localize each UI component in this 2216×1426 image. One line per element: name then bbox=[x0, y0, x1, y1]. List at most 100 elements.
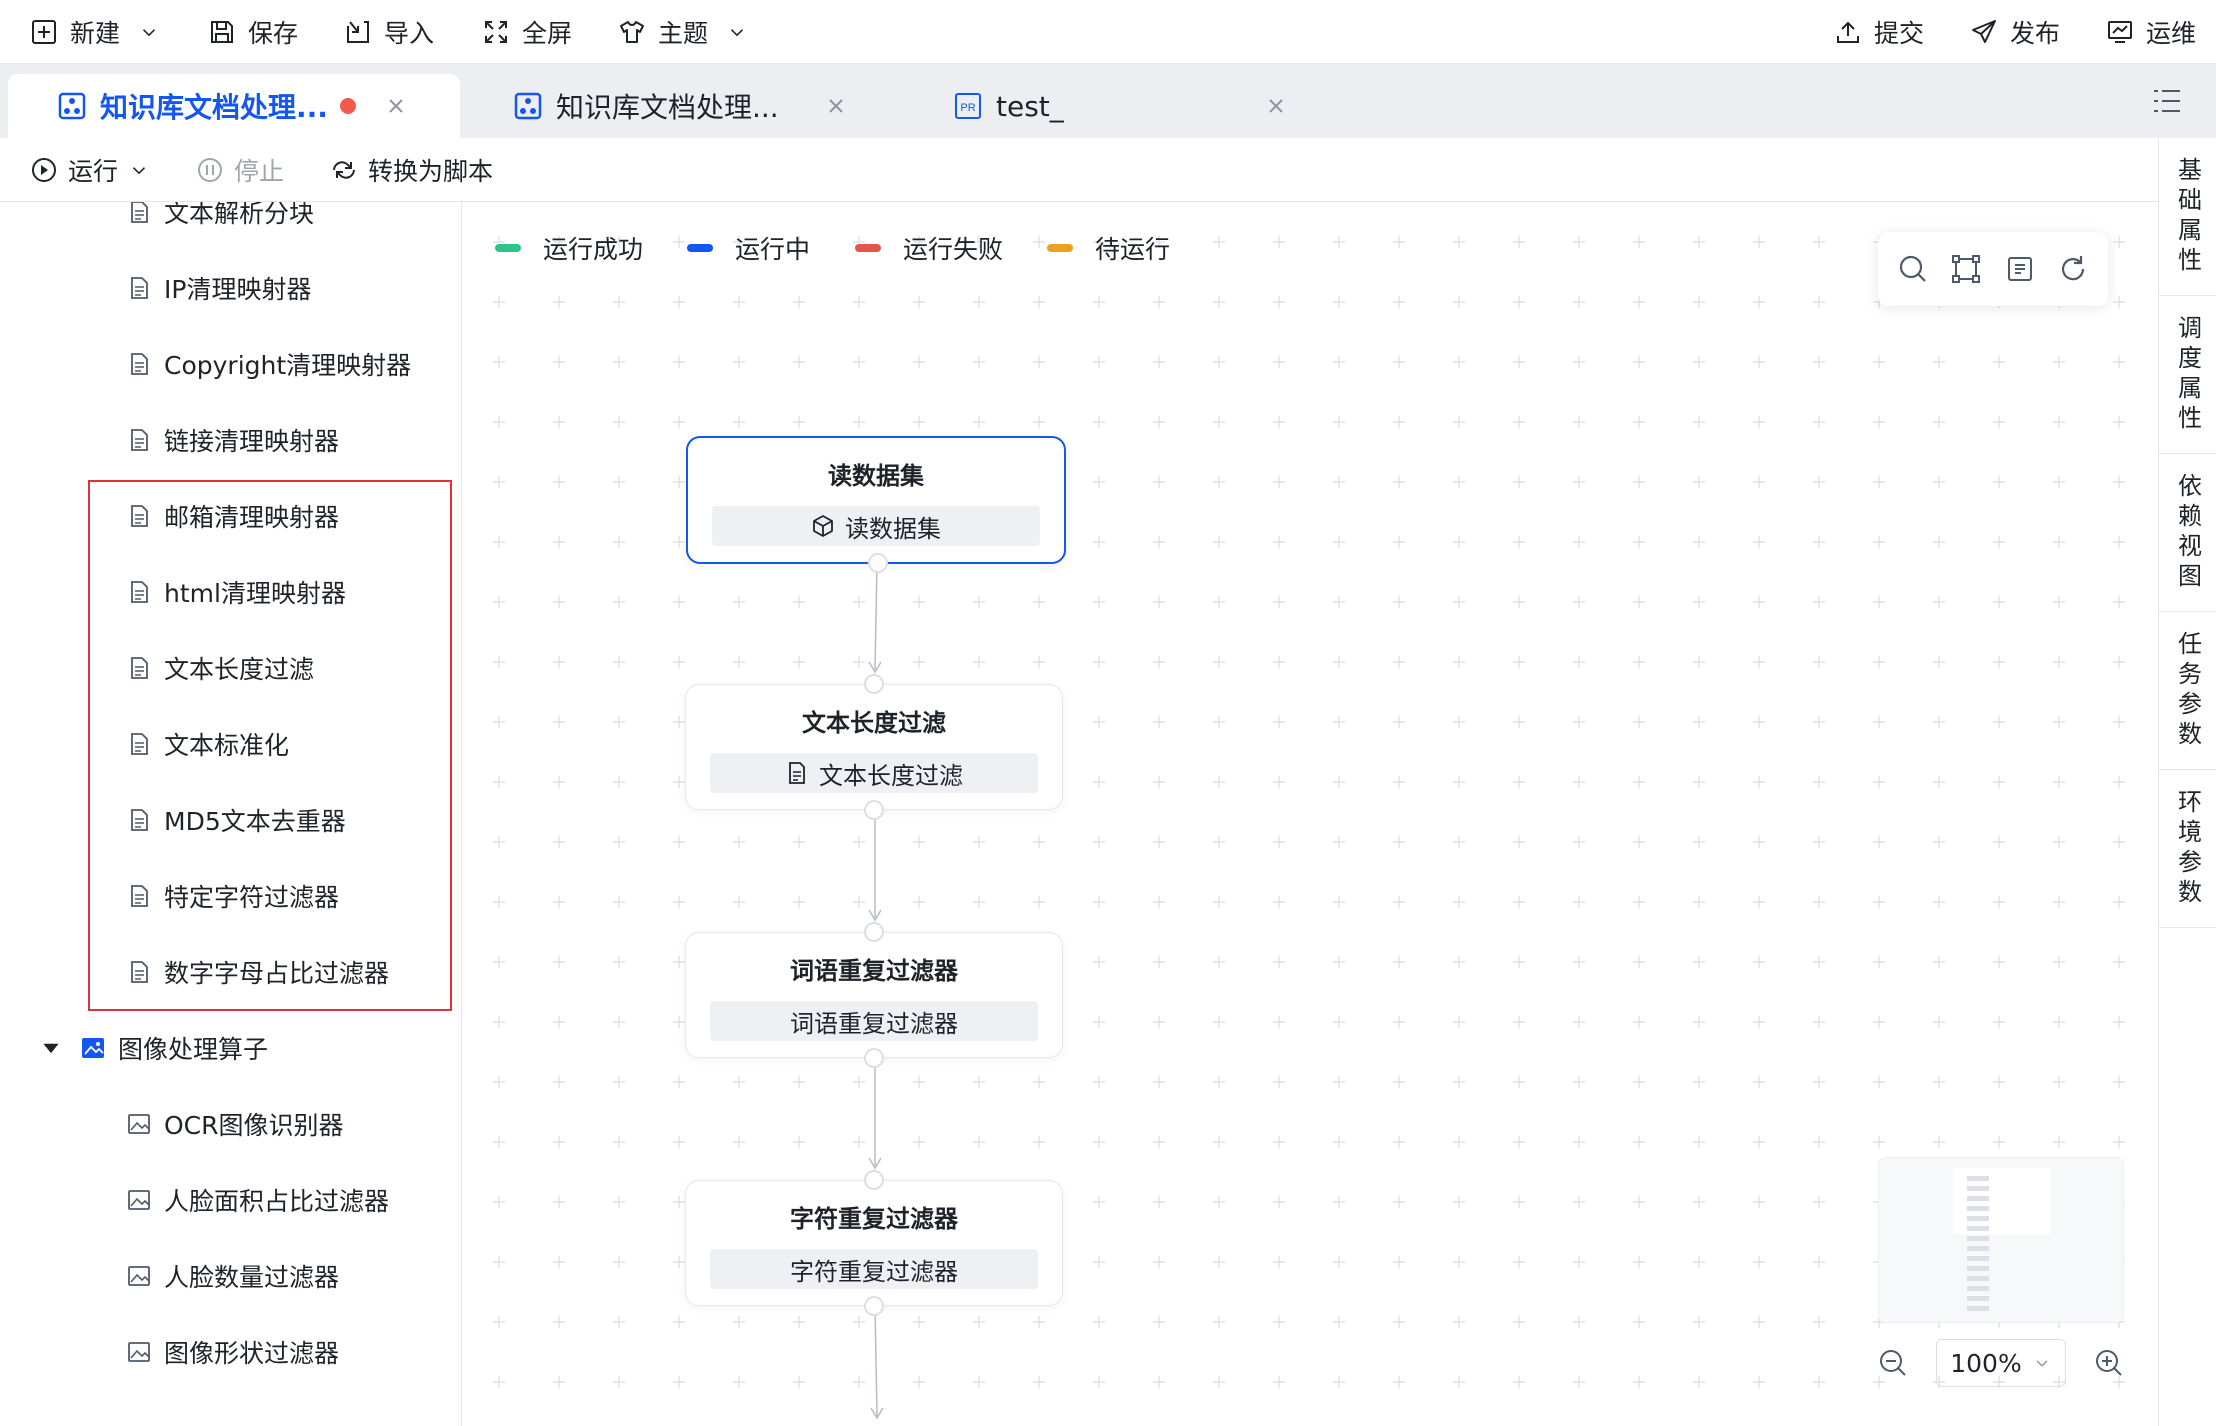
tree-item[interactable]: 链接清理映射器 bbox=[126, 420, 339, 460]
rail-schedule-props[interactable]: 调度属性 bbox=[2159, 296, 2216, 454]
input-port[interactable] bbox=[864, 922, 884, 942]
tree-item-label: 图像形状过滤器 bbox=[164, 1339, 340, 1368]
import-button[interactable]: 导入 bbox=[344, 0, 434, 64]
output-port[interactable] bbox=[864, 1048, 884, 1068]
tree-item-label: 人脸面积占比过滤器 bbox=[164, 1187, 390, 1216]
node-char-repeat-filter[interactable]: 字符重复过滤器 字符重复过滤器 bbox=[685, 1170, 1063, 1316]
run-toolbar: 运行 停止 转换为脚本 bbox=[0, 138, 2158, 202]
node-sub-label: 词语重复过滤器 bbox=[790, 1009, 958, 1038]
caret-down-icon[interactable] bbox=[40, 1037, 62, 1059]
minimap[interactable] bbox=[1878, 1157, 2124, 1323]
zoom-out-icon[interactable] bbox=[1878, 1348, 1908, 1378]
canvas-tools bbox=[1878, 232, 2108, 306]
input-port[interactable] bbox=[864, 1170, 884, 1190]
publish-button[interactable]: 发布 bbox=[1970, 0, 2060, 64]
document-icon bbox=[789, 762, 805, 784]
tree-item[interactable]: IP清理映射器 bbox=[126, 268, 311, 308]
search-icon[interactable] bbox=[1897, 253, 1929, 285]
unsaved-dot bbox=[340, 98, 356, 114]
legend-pending: 待运行 bbox=[1047, 230, 1170, 266]
tab-strip: 知识库文档处理... 知识库文档处理... PR test_ bbox=[0, 64, 2216, 138]
plus-square-icon bbox=[32, 20, 56, 44]
chevron-down-icon bbox=[132, 167, 146, 175]
submit-button[interactable]: 提交 bbox=[1834, 0, 1924, 64]
rail-env-params[interactable]: 环境参数 bbox=[2159, 770, 2216, 928]
svg-text:PR: PR bbox=[960, 102, 975, 114]
publish-label: 发布 bbox=[2010, 19, 2061, 48]
input-port[interactable] bbox=[864, 674, 884, 694]
chevron-down-icon bbox=[142, 29, 156, 37]
tree-item[interactable]: 文本解析分块 bbox=[126, 202, 314, 232]
image-icon bbox=[128, 1190, 150, 1210]
tree-item[interactable]: OCR图像识别器 bbox=[126, 1104, 344, 1144]
output-port[interactable] bbox=[864, 800, 884, 820]
output-port[interactable] bbox=[864, 1296, 884, 1316]
close-icon[interactable] bbox=[386, 96, 406, 116]
list-menu-icon[interactable] bbox=[2150, 84, 2184, 118]
tab-label: test_ bbox=[996, 89, 1064, 123]
import-label: 导入 bbox=[384, 19, 435, 48]
send-icon bbox=[1972, 20, 1996, 43]
tree-item-label: IP清理映射器 bbox=[164, 275, 312, 304]
node-sub-label: 读数据集 bbox=[845, 514, 941, 543]
layout-icon[interactable] bbox=[2004, 253, 2036, 285]
tab-knowledge-doc-1[interactable]: 知识库文档处理... bbox=[8, 74, 460, 138]
close-icon[interactable] bbox=[826, 96, 846, 116]
tree-group-label: 图像处理算子 bbox=[118, 1035, 269, 1064]
rail-basic-props[interactable]: 基础属性 bbox=[2159, 138, 2216, 296]
convert-label: 转换为脚本 bbox=[368, 157, 494, 186]
fullscreen-button[interactable]: 全屏 bbox=[482, 0, 572, 64]
rail-label: 依赖视图 bbox=[2173, 472, 2202, 593]
node-operator-chip: 词语重复过滤器 bbox=[710, 1001, 1038, 1041]
save-button[interactable]: 保存 bbox=[208, 0, 298, 64]
close-icon[interactable] bbox=[1266, 96, 1286, 116]
stop-button[interactable]: 停止 bbox=[196, 138, 284, 202]
rail-task-params[interactable]: 任务参数 bbox=[2159, 612, 2216, 770]
ops-button[interactable]: 运维 bbox=[2106, 0, 2196, 64]
submit-label: 提交 bbox=[1874, 19, 1925, 48]
chevron-down-icon bbox=[2036, 1360, 2048, 1367]
zoom-select[interactable]: 100% bbox=[1936, 1339, 2066, 1387]
run-button[interactable]: 运行 bbox=[30, 138, 150, 202]
zoom-in-icon[interactable] bbox=[2094, 1348, 2124, 1378]
rail-label: 基础属性 bbox=[2173, 156, 2202, 277]
cube-icon bbox=[813, 515, 833, 537]
chevron-down-icon bbox=[730, 29, 744, 37]
node-word-repeat-filter[interactable]: 词语重复过滤器 词语重复过滤器 bbox=[685, 922, 1063, 1068]
tab-knowledge-doc-2[interactable]: 知识库文档处理... bbox=[468, 74, 888, 138]
legend-label: 待运行 bbox=[1095, 235, 1171, 264]
node-text-length-filter[interactable]: 文本长度过滤 文本长度过滤 bbox=[685, 674, 1063, 820]
refresh-icon[interactable] bbox=[2057, 253, 2089, 285]
tree-item-label: Copyright清理映射器 bbox=[164, 351, 412, 380]
legend-label: 运行中 bbox=[735, 235, 811, 264]
new-button[interactable]: 新建 bbox=[30, 0, 160, 64]
tree-item[interactable]: 人脸面积占比过滤器 bbox=[126, 1180, 389, 1220]
fit-frame-icon[interactable] bbox=[1950, 253, 1982, 285]
legend-running: 运行中 bbox=[687, 230, 810, 266]
pr-file-icon: PR bbox=[955, 93, 981, 119]
workflow-icon bbox=[514, 92, 542, 120]
document-icon bbox=[131, 429, 148, 451]
tab-test[interactable]: PR test_ bbox=[904, 74, 1324, 138]
tree-item[interactable]: Copyright清理映射器 bbox=[126, 344, 411, 384]
tree-group-image-ops[interactable]: 图像处理算子 bbox=[40, 1028, 268, 1068]
node-read-dataset[interactable]: 读数据集 读数据集 bbox=[686, 436, 1066, 573]
legend-label: 运行成功 bbox=[543, 235, 644, 264]
output-port[interactable] bbox=[868, 553, 888, 573]
legend-failed-swatch bbox=[855, 244, 881, 252]
theme-button[interactable]: 主题 bbox=[618, 0, 748, 64]
rail-label: 环境参数 bbox=[2173, 788, 2202, 909]
node-title: 读数据集 bbox=[828, 462, 924, 490]
workflow-canvas[interactable]: 运行成功 运行中 运行失败 待运行 读数据集 读数据集 文本长度过滤 文本长度过… bbox=[463, 202, 2158, 1426]
right-rail: 基础属性 调度属性 依赖视图 任务参数 环境参数 bbox=[2158, 138, 2216, 1426]
tree-item[interactable]: 图像形状过滤器 bbox=[126, 1332, 339, 1372]
tree-item-label: 文本解析分块 bbox=[164, 202, 315, 228]
ops-label: 运维 bbox=[2146, 19, 2197, 48]
legend-running-swatch bbox=[687, 244, 713, 252]
workflow-icon bbox=[58, 92, 86, 120]
convert-to-script-button[interactable]: 转换为脚本 bbox=[330, 138, 493, 202]
rail-dependency-view[interactable]: 依赖视图 bbox=[2159, 454, 2216, 612]
node-title: 文本长度过滤 bbox=[802, 709, 946, 737]
tree-item[interactable]: 人脸数量过滤器 bbox=[126, 1256, 339, 1296]
import-icon bbox=[347, 21, 369, 43]
